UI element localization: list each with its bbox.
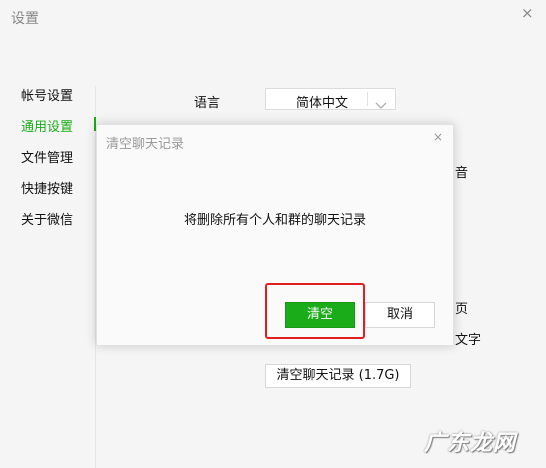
clear-history-dialog: 清空聊天记录 × 将删除所有个人和群的聊天记录 清空 取消 [96, 124, 454, 346]
window-title: 设置 [11, 11, 39, 27]
watermark: 广东龙网 [424, 431, 517, 456]
language-select[interactable]: 简体中文 [265, 88, 396, 111]
settings-window: 设置 × 帐号设置 通用设置 文件管理 快捷按键 关于微信 语言 简体中文 音 … [0, 0, 546, 468]
partial-setting-text-1: 音 [455, 166, 469, 181]
window-close-icon[interactable]: × [521, 4, 534, 22]
dialog-message: 将删除所有个人和群的聊天记录 [183, 213, 366, 228]
clear-chat-history-button[interactable]: 清空聊天记录 (1.7G) [265, 364, 411, 388]
dialog-title: 清空聊天记录 [106, 137, 185, 152]
language-label: 语言 [194, 96, 221, 111]
partial-setting-text-2: 页 [455, 302, 469, 317]
partial-setting-text-3: 文字 [455, 333, 482, 348]
sidebar-item-files[interactable]: 文件管理 [21, 147, 73, 166]
sidebar-item-account[interactable]: 帐号设置 [21, 85, 73, 104]
chevron-down-icon [375, 95, 387, 114]
language-select-value: 简体中文 [296, 96, 349, 111]
dialog-close-icon[interactable]: × [433, 130, 443, 144]
sidebar-item-general[interactable]: 通用设置 [21, 116, 73, 135]
sidebar-item-shortcuts[interactable]: 快捷按键 [21, 178, 73, 197]
select-separator [367, 92, 368, 106]
cancel-button[interactable]: 取消 [365, 302, 435, 328]
confirm-clear-button[interactable]: 清空 [285, 302, 355, 328]
sidebar-item-about[interactable]: 关于微信 [21, 209, 73, 228]
